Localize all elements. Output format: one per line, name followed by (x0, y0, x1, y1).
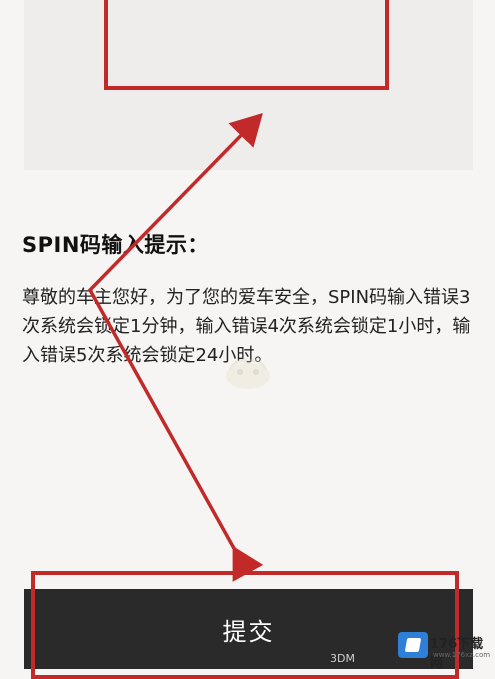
site-logo-icon (398, 632, 428, 658)
watermark-mascot-icon (226, 358, 270, 389)
arrow-path (87, 112, 264, 582)
watermark-site-url: www.176xz.com (433, 651, 491, 659)
watermark-3dm: 3DM (330, 652, 355, 665)
annotation-arrows (87, 112, 264, 582)
